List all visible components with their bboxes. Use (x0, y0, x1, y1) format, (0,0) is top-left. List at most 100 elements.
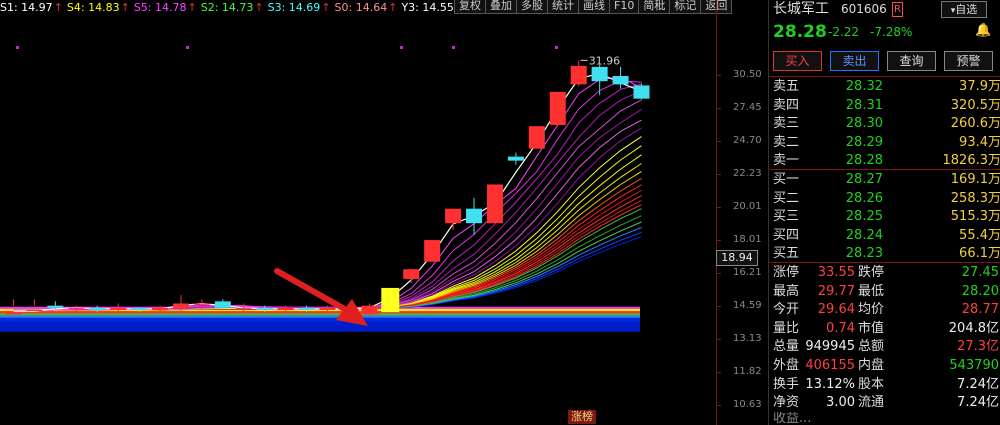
book-price: 28.31 (845, 97, 883, 113)
price-axis-tick: 14.59 (733, 299, 762, 311)
candle-body (68, 307, 85, 309)
candle-body (172, 303, 189, 308)
ma-base-band (0, 317, 640, 332)
query-button[interactable]: 查询 (887, 51, 936, 71)
candle-body (361, 305, 378, 315)
stats-row: 量比 0.74 市值 204.8亿 (769, 320, 1000, 338)
self-select-button[interactable]: ▾自选 (941, 1, 987, 18)
stat-value: 7.24亿 (957, 395, 999, 411)
book-label: 买三 (773, 209, 800, 224)
book-volume: 37.9万 (959, 79, 1000, 94)
book-row: 卖三 28.30 260.6万 (769, 115, 1000, 133)
book-price: 28.30 (845, 116, 883, 131)
book-row: 卖四 28.31 320.5万 (769, 97, 1000, 115)
book-volume: 55.4万 (959, 227, 1000, 243)
book-label: 买四 (773, 227, 800, 243)
book-row: 买二 28.26 258.3万 (769, 190, 1000, 208)
price-axis-tick: 18.01 (733, 233, 762, 245)
book-volume: 320.5万 (950, 97, 1000, 113)
toolbar-button[interactable]: 标记 (669, 0, 702, 14)
annotation-arrow-shaft (274, 268, 353, 315)
book-row: 卖一 28.28 1826.3万 (769, 152, 1000, 170)
book-row: 买五 28.23 66.1万 (769, 245, 1000, 263)
toolbar-button[interactable]: 简秕 (638, 0, 671, 14)
ma-line (13, 154, 642, 311)
price-axis-mark (717, 206, 721, 208)
ma-legend-item: S3: 14.69↑ (267, 1, 331, 14)
stat-label: 总额 (858, 339, 885, 355)
kline-chart-panel[interactable]: 31.96 S1: 14.97↑ S4: 14.83↑ S5: 14.78↑ S2: … (0, 0, 768, 425)
stats-row: 净资 3.00 流通 7.24亿 (769, 394, 1000, 412)
cut-off-row: 收益... (773, 412, 812, 425)
price-axis-tick: 30.50 (733, 69, 762, 80)
price-axis-mark (717, 405, 721, 406)
quote-panel: 长城军工 601606 R ▾自选 28.28 -2.22 -7.28% 🔔 买… (768, 0, 1000, 425)
up-arrow-icon: ↑ (388, 1, 398, 14)
up-arrow-icon: ↑ (254, 1, 264, 14)
stat-value: 29.64 (817, 302, 855, 318)
buy-button[interactable]: 买入 (773, 51, 822, 71)
candle-body (5, 312, 22, 315)
candle-body (89, 307, 106, 310)
stat-label: 均价 (858, 302, 885, 318)
book-label: 买一 (773, 172, 800, 187)
cursor-price-label: 18.94 (716, 250, 758, 266)
up-arrow-icon: ↑ (120, 1, 130, 14)
price-axis-tick: 16.21 (733, 266, 762, 278)
toolbar-button[interactable]: 统计 (547, 0, 579, 14)
stat-value: 204.8亿 (948, 320, 999, 336)
price-change: -2.22 (828, 25, 860, 39)
kline-chart[interactable]: 31.96 (0, 0, 716, 425)
book-row: 买四 28.24 55.4万 (769, 227, 1000, 245)
stock-name: 长城军工 (773, 1, 829, 17)
price-axis-tick: 24.70 (733, 135, 762, 147)
ma-line (13, 72, 642, 312)
book-volume: 1826.3万 (942, 153, 1000, 168)
bell-icon[interactable]: 🔔 (975, 23, 991, 38)
divider (769, 262, 1000, 263)
toolbar-button[interactable]: 画线 (578, 0, 610, 14)
price-axis-mark (717, 371, 721, 373)
book-label: 卖四 (773, 97, 800, 113)
book-label: 买五 (773, 246, 800, 261)
book-label: 买二 (773, 190, 800, 206)
alert-button[interactable]: 预警 (944, 51, 993, 71)
price-axis-tick: 11.82 (733, 365, 762, 377)
ma-line (13, 145, 642, 311)
stat-label: 跌停 (858, 265, 885, 280)
stats-row: 总量 949945 总额 27.3亿 (769, 338, 1000, 356)
price-axis-tick: 13.13 (733, 332, 762, 344)
price-axis-tick: 10.63 (733, 399, 762, 410)
toolbar-button[interactable]: 复权 (454, 0, 486, 14)
stat-value: 406155 (805, 358, 855, 373)
book-volume: 258.3万 (950, 190, 1000, 206)
rong-badge: R (892, 2, 903, 17)
book-row: 卖二 28.29 93.4万 (769, 134, 1000, 152)
ma-legend-item: S1: 14.97↑ (0, 1, 63, 14)
toolbar-button[interactable]: 多股 (516, 0, 548, 14)
stats-row: 最高 29.77 最低 28.20 (769, 283, 1000, 301)
book-row: 买一 28.27 169.1万 (769, 171, 1000, 189)
candle-body (424, 240, 441, 262)
current-price: 28.28 (773, 22, 827, 42)
sell-button[interactable]: 卖出 (830, 51, 879, 71)
book-price: 28.28 (845, 153, 883, 168)
stat-label: 今开 (773, 302, 800, 318)
candle-body (152, 307, 169, 310)
stats-row: 外盘 406155 内盘 543790 (769, 357, 1000, 375)
price-axis-mark (717, 107, 721, 109)
candle-body (256, 307, 273, 310)
candle-body (214, 301, 231, 308)
ma-legend-item: S5: 14.78↑ (133, 1, 197, 14)
toolbar-button[interactable]: 叠加 (485, 0, 517, 14)
price-axis-mark (717, 174, 721, 176)
candle-body (131, 307, 148, 310)
zhang-bang-tag[interactable]: 涨榜 (568, 410, 596, 424)
chart-toolbar: 复权 叠加 多股 统计 画线 F10 简秕 标记 返回 (454, 0, 733, 14)
stat-label: 市值 (858, 320, 885, 336)
toolbar-button[interactable]: F10 (609, 0, 640, 14)
book-price: 28.25 (845, 209, 883, 224)
price-axis: 30.50 27.45 24.70 22.23 20.01 18.01 16.21 14.59… (716, 0, 768, 425)
stat-label: 净资 (773, 395, 800, 411)
signal-dot (16, 46, 19, 49)
